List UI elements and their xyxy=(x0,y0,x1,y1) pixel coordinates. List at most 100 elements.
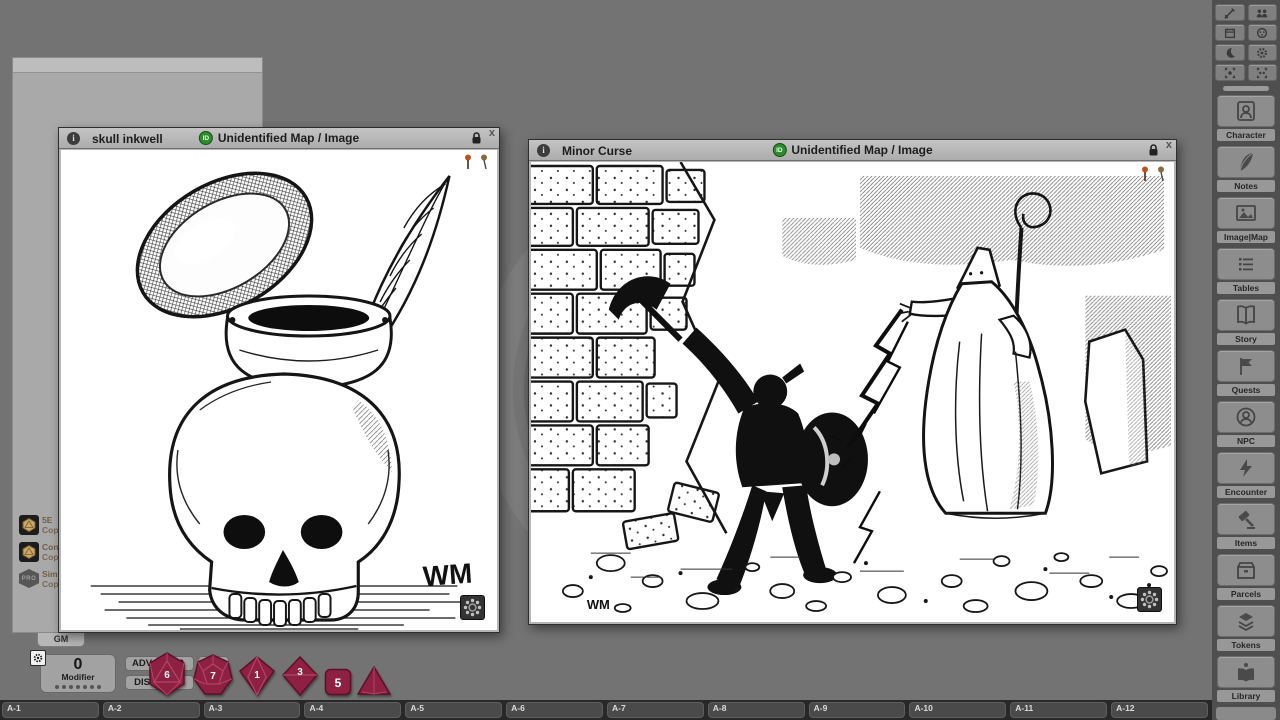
lock-icon[interactable] xyxy=(1148,143,1159,162)
hotbar-slot-label: A-6 xyxy=(511,703,525,713)
sword-icon[interactable] xyxy=(1215,4,1245,21)
feather-icon xyxy=(1234,150,1258,174)
sidebar-item-items[interactable]: Items xyxy=(1217,503,1275,549)
sidebar-item-label: Story xyxy=(1217,333,1275,345)
pin-icon[interactable] xyxy=(1156,166,1166,182)
hotbar-slot[interactable]: A-12 xyxy=(1111,702,1208,718)
sidebar-item-encounter[interactable]: Encounter xyxy=(1217,452,1275,498)
hotbar-slot[interactable]: A-9 xyxy=(809,702,906,718)
svg-text:1: 1 xyxy=(254,670,260,681)
svg-text:7: 7 xyxy=(210,671,216,682)
hotbar-slot-label: A-9 xyxy=(814,703,828,713)
sidebar-item-label: Encounter xyxy=(1217,486,1275,498)
hotbar-slot-label: A-11 xyxy=(1015,703,1033,713)
hotbar-slot-label: A-1 xyxy=(7,703,21,713)
hotbar-slot[interactable]: A-7 xyxy=(607,702,704,718)
settings-icon[interactable] xyxy=(1248,44,1278,61)
box-icon xyxy=(1234,558,1258,582)
image-window-minor-curse[interactable]: i Minor Curse ID Unidentified Map / Imag… xyxy=(528,139,1177,625)
modifier-value: 0 xyxy=(41,656,115,673)
group-focus-icon[interactable] xyxy=(1248,64,1278,81)
d12-die[interactable]: 7 xyxy=(193,654,233,696)
hotbar-slot[interactable]: A-2 xyxy=(103,702,200,718)
d4-die[interactable] xyxy=(357,666,391,696)
modifier-box[interactable]: 0 Modifier xyxy=(40,654,116,693)
radial-menu-icon[interactable] xyxy=(1137,587,1162,612)
svg-text:5: 5 xyxy=(335,676,342,690)
sidebar-item-notes[interactable]: Notes xyxy=(1217,146,1275,192)
hotbar-slot[interactable]: A-8 xyxy=(708,702,805,718)
radial-menu-icon[interactable] xyxy=(460,595,485,620)
sidebar-item-label: Quests xyxy=(1217,384,1275,396)
window-title: skull inkwell xyxy=(92,132,163,146)
focus-icon[interactable] xyxy=(1215,64,1245,81)
sidebar-item-quests[interactable]: Quests xyxy=(1217,350,1275,396)
d10-die[interactable]: 1 xyxy=(238,656,276,696)
sidebar: Character Notes Image|Map Tables Story Q… xyxy=(1212,0,1280,720)
character-icon xyxy=(1234,99,1258,123)
list-icon xyxy=(1234,252,1258,276)
hotbar-slot[interactable]: A-10 xyxy=(909,702,1006,718)
hotbar-slot[interactable]: A-5 xyxy=(405,702,502,718)
hotbar-slot[interactable]: A-1 xyxy=(2,702,99,718)
pin-icon[interactable] xyxy=(463,154,473,170)
party-icon[interactable] xyxy=(1248,4,1278,21)
hotbar-slot-label: A-3 xyxy=(209,703,223,713)
sidebar-item-story[interactable]: Story xyxy=(1217,299,1275,345)
image-window-skull-inkwell[interactable]: i skull inkwell ID Unidentified Map / Im… xyxy=(58,127,500,633)
sidebar-bottom-bar[interactable] xyxy=(1216,707,1276,720)
window-type-label: Unidentified Map / Image xyxy=(791,143,932,157)
modifier-dots xyxy=(41,685,115,689)
pin-icon[interactable] xyxy=(479,154,489,170)
pin-icon[interactable] xyxy=(1140,166,1150,182)
hotbar-slot-label: A-12 xyxy=(1116,703,1134,713)
hotbar-slot-label: A-5 xyxy=(410,703,424,713)
sidebar-item-tables[interactable]: Tables xyxy=(1217,248,1275,294)
gear-icon xyxy=(32,652,44,664)
calendar-icon[interactable] xyxy=(1215,24,1245,41)
minor-curse-illustration: WM xyxy=(531,162,1174,622)
hotbar-slot[interactable]: A-3 xyxy=(204,702,301,718)
sidebar-item-character[interactable]: Character xyxy=(1217,95,1275,141)
hotbar-slot-label: A-2 xyxy=(108,703,122,713)
titlebar[interactable]: i skull inkwell ID Unidentified Map / Im… xyxy=(59,128,499,149)
id-badge: ID xyxy=(199,131,213,145)
sidebar-collapse-handle[interactable] xyxy=(1223,86,1269,91)
options-icon[interactable] xyxy=(1248,24,1278,41)
d8-die[interactable]: 3 xyxy=(281,656,319,696)
id-badge: ID xyxy=(772,143,786,157)
info-icon[interactable]: i xyxy=(537,144,550,157)
hotbar-slot[interactable]: A-11 xyxy=(1010,702,1107,718)
sidebar-item-npc[interactable]: NPC xyxy=(1217,401,1275,447)
d20-die[interactable]: 6 xyxy=(146,652,188,696)
hotbar-slot-label: A-7 xyxy=(612,703,626,713)
book-icon xyxy=(1234,303,1258,327)
moon-icon[interactable] xyxy=(1215,44,1245,61)
close-icon[interactable]: x xyxy=(1166,139,1172,151)
gm-tab[interactable]: GM xyxy=(37,633,85,647)
sidebar-item-label: NPC xyxy=(1217,435,1275,447)
layers-icon xyxy=(1234,609,1258,633)
hotbar-slot-label: A-8 xyxy=(713,703,727,713)
sidebar-item-parcels[interactable]: Parcels xyxy=(1217,554,1275,600)
flag-icon xyxy=(1234,354,1258,378)
sidebar-item-library[interactable]: Library xyxy=(1217,656,1275,702)
sidebar-item-label: Library xyxy=(1217,690,1275,702)
image-content[interactable]: WM xyxy=(531,162,1174,622)
info-icon[interactable]: i xyxy=(67,132,80,145)
close-icon[interactable]: x xyxy=(489,127,495,139)
image-content[interactable]: WM xyxy=(61,150,497,630)
lightning-icon xyxy=(1234,456,1258,480)
hotbar-slot[interactable]: A-6 xyxy=(506,702,603,718)
titlebar[interactable]: i Minor Curse ID Unidentified Map / Imag… xyxy=(529,140,1176,161)
lock-icon[interactable] xyxy=(471,131,482,150)
sidebar-item-tokens[interactable]: Tokens xyxy=(1217,605,1275,651)
chat-window-header[interactable] xyxy=(13,58,262,73)
hotbar-slot[interactable]: A-4 xyxy=(304,702,401,718)
gold-die-icon xyxy=(19,515,39,535)
sidebar-item-label: Tokens xyxy=(1217,639,1275,651)
person-circle-icon xyxy=(1234,405,1258,429)
d6-die[interactable]: 5 xyxy=(324,668,352,696)
sidebar-item-image-map[interactable]: Image|Map xyxy=(1217,197,1275,243)
modifier-settings-button[interactable] xyxy=(30,650,46,666)
